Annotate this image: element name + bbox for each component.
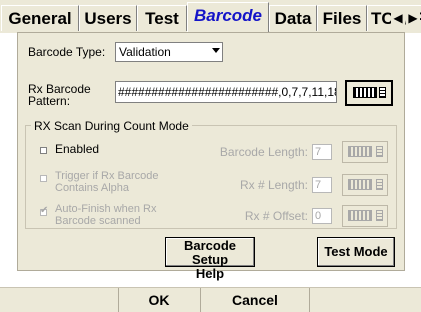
barcode-length-input[interactable]: 7	[312, 144, 332, 160]
barcode-length-keypad-button[interactable]	[342, 141, 388, 163]
keypad-icon	[376, 146, 383, 157]
tab-scroll-left-icon[interactable]: ◀	[391, 6, 405, 30]
keypad-icon	[379, 87, 386, 98]
trigger-alpha-label: Trigger if Rx Barcode Contains Alpha	[55, 170, 159, 194]
keypad-icon	[376, 210, 383, 221]
bottom-bar: OK Cancel	[0, 287, 421, 312]
auto-finish-checkbox[interactable]: ✔	[40, 205, 48, 216]
barcode-type-label: Barcode Type:	[28, 45, 106, 59]
setup-help-line1: Barcode Setup	[183, 238, 237, 267]
keyboard-icon	[348, 179, 372, 190]
bottom-divider	[118, 288, 119, 312]
auto-finish-label: Auto-Finish when Rx Barcode scanned	[55, 203, 157, 227]
keypad-icon	[376, 179, 383, 190]
enabled-checkbox[interactable]	[40, 147, 47, 154]
barcode-type-select[interactable]: Validation	[115, 42, 223, 62]
tab-files[interactable]: Files	[317, 5, 367, 31]
keyboard-icon	[348, 146, 372, 157]
tab-users[interactable]: Users	[79, 5, 137, 31]
auto-finish-label-line1: Auto-Finish when Rx	[55, 203, 157, 215]
auto-finish-label-line2: Barcode scanned	[55, 215, 141, 227]
rx-offset-input[interactable]: 0	[312, 208, 332, 224]
ok-button[interactable]: OK	[118, 288, 200, 312]
trigger-alpha-label-line2: Contains Alpha	[55, 182, 129, 194]
keyboard-icon	[353, 87, 377, 98]
rx-pattern-label: Rx Barcode Pattern:	[28, 83, 91, 107]
rx-offset-keypad-button[interactable]	[342, 205, 388, 227]
rx-scan-group-title: RX Scan During Count Mode	[31, 119, 192, 133]
rx-pattern-input[interactable]: ########################,0,7,7,11,18,4	[115, 81, 337, 103]
rx-pattern-label-line2: Pattern:	[28, 94, 71, 108]
tab-barcode[interactable]: Barcode	[187, 2, 269, 33]
barcode-length-label: Barcode Length:	[219, 145, 308, 159]
cancel-button[interactable]: Cancel	[201, 288, 309, 312]
rx-length-keypad-button[interactable]	[342, 174, 388, 196]
trigger-alpha-checkbox[interactable]	[40, 175, 47, 182]
rx-offset-label: Rx # Offset:	[244, 209, 308, 223]
tab-data[interactable]: Data	[269, 5, 317, 31]
barcode-setup-help-button[interactable]: Barcode Setup Help	[165, 237, 255, 281]
pattern-keyboard-button[interactable]	[345, 80, 393, 106]
tab-test[interactable]: Test	[137, 5, 187, 31]
bottom-divider	[309, 288, 310, 312]
check-icon: ✔	[40, 205, 49, 216]
tab-scroll-right-icon[interactable]: ▶	[406, 6, 420, 30]
tab-general[interactable]: General	[1, 5, 79, 31]
keyboard-icon	[348, 210, 372, 221]
rx-length-label: Rx # Length:	[239, 178, 308, 192]
setup-help-line2: Help	[195, 266, 225, 281]
trigger-alpha-label-line1: Trigger if Rx Barcode	[55, 170, 159, 182]
barcode-settings-panel: Barcode Type: Validation Rx Barcode Patt…	[17, 32, 405, 281]
rx-length-input[interactable]: 7	[312, 177, 332, 193]
tab-bar: General Users Test Barcode Data Files TC…	[0, 0, 421, 33]
barcode-type-value: Validation	[119, 45, 171, 59]
enabled-label: Enabled	[55, 142, 100, 156]
chevron-down-icon	[212, 48, 220, 53]
test-mode-button[interactable]: Test Mode	[317, 237, 395, 267]
